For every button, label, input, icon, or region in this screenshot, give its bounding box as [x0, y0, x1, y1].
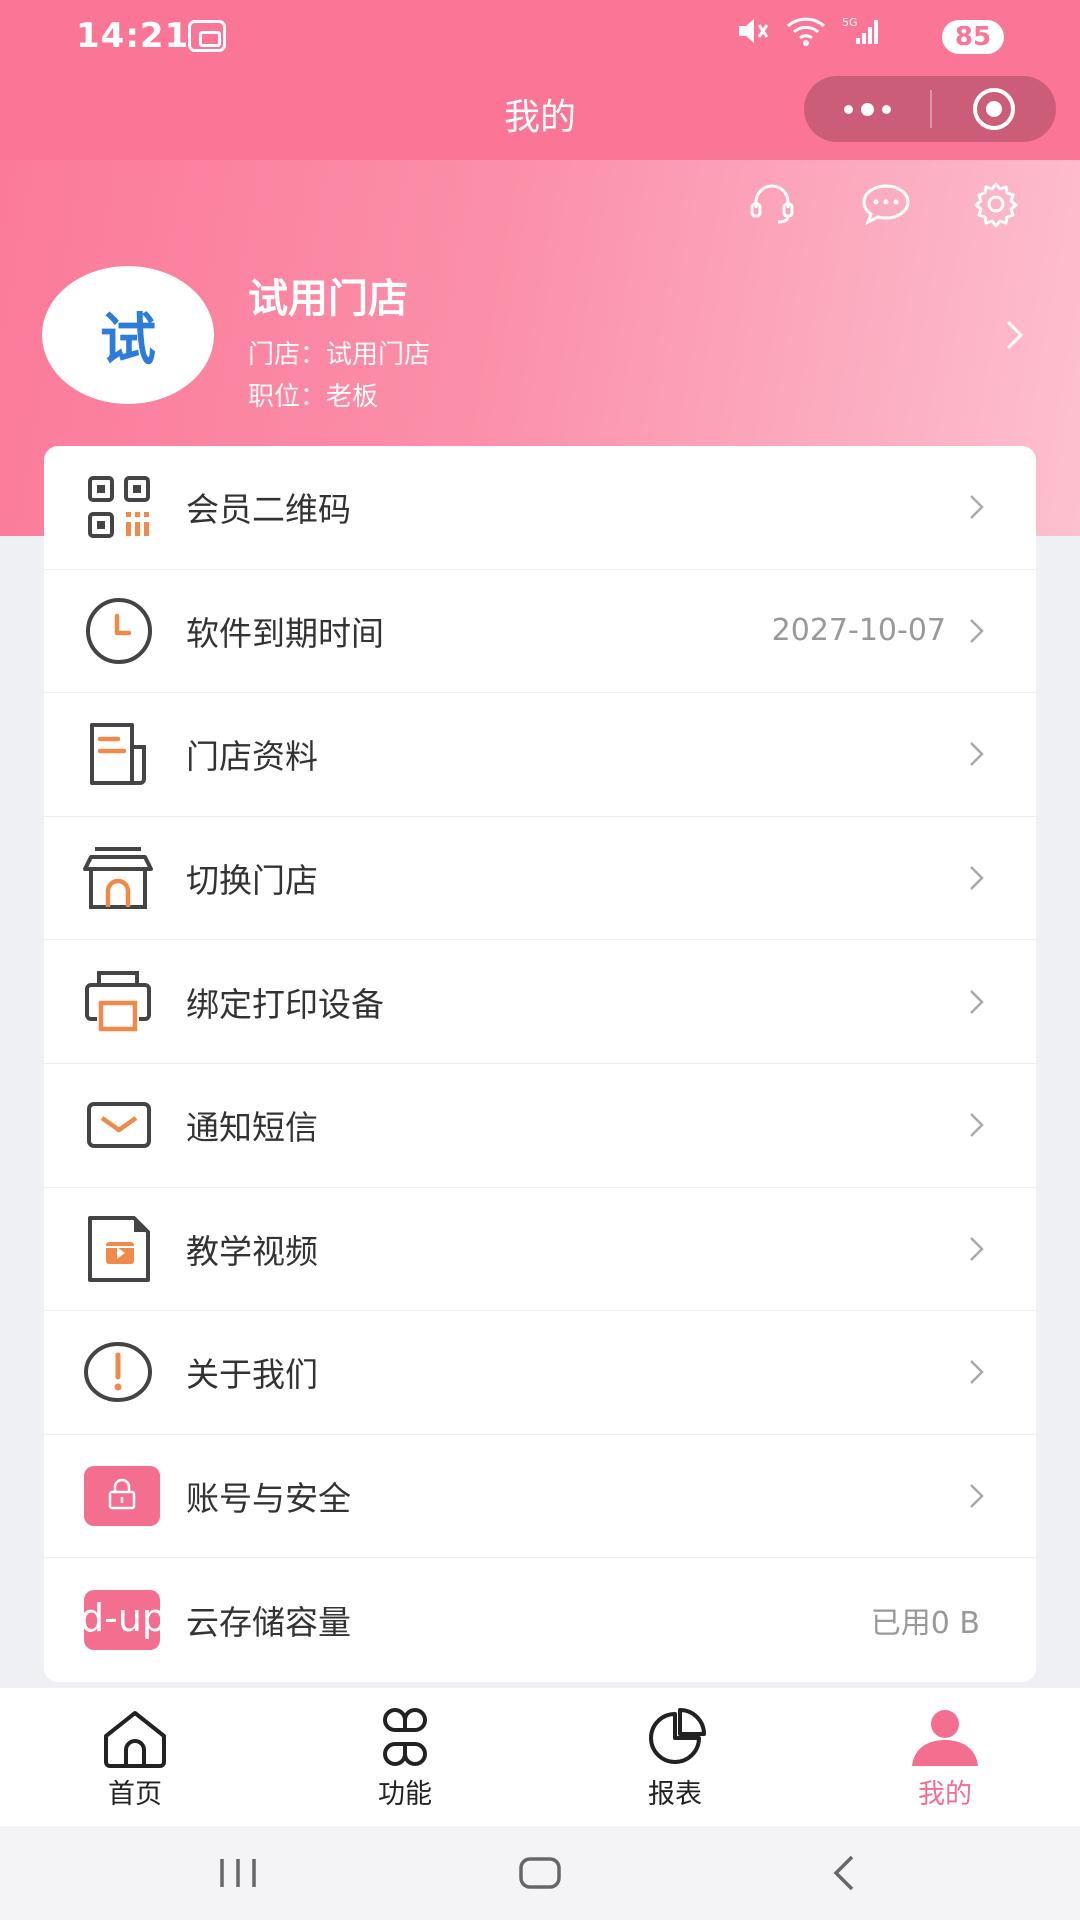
- chevron-right-icon: [970, 1236, 984, 1261]
- wifi-icon: [787, 17, 825, 46]
- menu-item-label: 云存储容量: [186, 1603, 351, 1643]
- svg-text:5G: 5G: [842, 16, 858, 29]
- battery-indicator: 85: [942, 20, 1004, 54]
- menu-item-tutorial-videos[interactable]: 教学视频: [44, 1188, 1036, 1312]
- headset-icon: [750, 184, 794, 224]
- menu-item-label: 切换门店: [186, 861, 318, 901]
- status-time: 14:21: [76, 16, 190, 56]
- envelope-icon: [87, 1102, 151, 1149]
- more-options-button[interactable]: [804, 76, 930, 142]
- chevron-right-icon: [1006, 320, 1024, 350]
- clock-icon: [86, 597, 152, 664]
- menu-item-cloud-storage[interactable]: d-up 云存储容量 已用0 B: [44, 1558, 1036, 1682]
- status-icons: 5G: [736, 16, 880, 46]
- tab-label: 报表: [648, 1779, 702, 1810]
- chevron-right-icon: [970, 1113, 984, 1138]
- lock-icon: [84, 1466, 160, 1527]
- info-icon: [84, 1342, 152, 1403]
- tab-features[interactable]: 功能: [270, 1688, 540, 1826]
- menu-item-label: 门店资料: [186, 737, 318, 777]
- bottom-tab-bar: 首页 功能 报表 我的: [0, 1688, 1080, 1826]
- chevron-right-icon: [970, 495, 984, 520]
- tab-label: 首页: [108, 1779, 162, 1810]
- gear-icon: [974, 182, 1018, 228]
- menu-item-label: 账号与安全: [186, 1479, 351, 1519]
- pie-chart-icon: [649, 1708, 706, 1764]
- target-icon: [973, 88, 1015, 130]
- cellular-signal-icon: 5G: [842, 16, 878, 44]
- customer-service-button[interactable]: [748, 180, 796, 228]
- store-label: 门店：: [248, 340, 327, 370]
- menu-item-label: 通知短信: [186, 1108, 318, 1148]
- position-value: 老板: [326, 382, 379, 412]
- video-file-icon: [88, 1215, 150, 1282]
- store-name: 试用门店: [248, 276, 408, 322]
- qr-code-icon: [88, 476, 150, 539]
- menu-item-label: 会员二维码: [186, 490, 351, 530]
- cloud-upload-icon: d-up: [80, 1590, 166, 1651]
- recent-apps-icon[interactable]: [216, 1855, 260, 1891]
- tab-reports[interactable]: 报表: [540, 1688, 810, 1826]
- top-bar: 14:21 5G 85 我的: [0, 0, 1080, 160]
- menu-item-about-us[interactable]: 关于我们: [44, 1311, 1036, 1435]
- mute-icon: [739, 19, 769, 43]
- tab-home[interactable]: 首页: [0, 1688, 270, 1826]
- chevron-right-icon: [970, 1484, 984, 1508]
- chevron-right-icon: [970, 866, 984, 890]
- profile-detail-button[interactable]: [1004, 318, 1026, 356]
- menu-item-account-security[interactable]: 账号与安全: [44, 1435, 1036, 1559]
- avatar: 试: [42, 266, 214, 404]
- system-navigation-bar: [0, 1826, 1080, 1920]
- chevron-right-icon: [970, 742, 984, 767]
- chevron-right-icon: [970, 1360, 984, 1385]
- printer-icon: [85, 970, 151, 1031]
- home-icon: [104, 1711, 166, 1768]
- position-label: 职位：: [248, 382, 327, 412]
- storage-used: 已用0 B: [870, 1606, 980, 1642]
- menu-item-member-qr-code[interactable]: 会员二维码: [44, 446, 1036, 570]
- menu-item-label: 教学视频: [186, 1231, 318, 1271]
- messages-button[interactable]: [860, 180, 910, 228]
- document-icon: [90, 723, 146, 786]
- chat-bubble-icon: [862, 184, 910, 226]
- position-info: 职位：老板: [248, 376, 378, 413]
- menu-card: 会员二维码 软件到期时间 2027-10-07 门店资料 切换门店 绑定打印设备…: [44, 446, 1036, 1682]
- banner-actions: [748, 180, 1020, 228]
- menu-item-sms-notification[interactable]: 通知短信: [44, 1064, 1036, 1188]
- tab-label: 功能: [378, 1779, 432, 1810]
- settings-button[interactable]: [972, 180, 1020, 228]
- store-info: 门店：试用门店: [248, 334, 430, 371]
- menu-item-switch-store[interactable]: 切换门店: [44, 817, 1036, 941]
- expiry-date: 2027-10-07: [771, 613, 946, 649]
- user-icon: [912, 1710, 978, 1766]
- menu-item-bind-printer[interactable]: 绑定打印设备: [44, 940, 1036, 1064]
- menu-item-label: 绑定打印设备: [186, 984, 384, 1024]
- menu-item-label: 软件到期时间: [186, 613, 384, 653]
- store-value: 试用门店: [326, 340, 431, 370]
- tab-mine[interactable]: 我的: [810, 1688, 1080, 1826]
- tab-label: 我的: [918, 1779, 972, 1810]
- cloud-upload-icon-text: d-up: [80, 1596, 167, 1641]
- menu-item-software-expiry[interactable]: 软件到期时间 2027-10-07: [44, 570, 1036, 694]
- menu-item-store-info[interactable]: 门店资料: [44, 693, 1036, 817]
- menu-item-label: 关于我们: [186, 1355, 318, 1395]
- screenshot-indicator-icon: [188, 20, 226, 52]
- mini-program-capsule: [804, 76, 1056, 142]
- store-icon: [83, 847, 153, 910]
- grid-icon: [383, 1708, 427, 1766]
- chevron-right-icon: [970, 989, 984, 1014]
- chevron-right-icon: [970, 619, 984, 643]
- back-icon[interactable]: [828, 1853, 858, 1893]
- close-mini-program-button[interactable]: [932, 76, 1056, 142]
- home-button-icon[interactable]: [518, 1855, 562, 1891]
